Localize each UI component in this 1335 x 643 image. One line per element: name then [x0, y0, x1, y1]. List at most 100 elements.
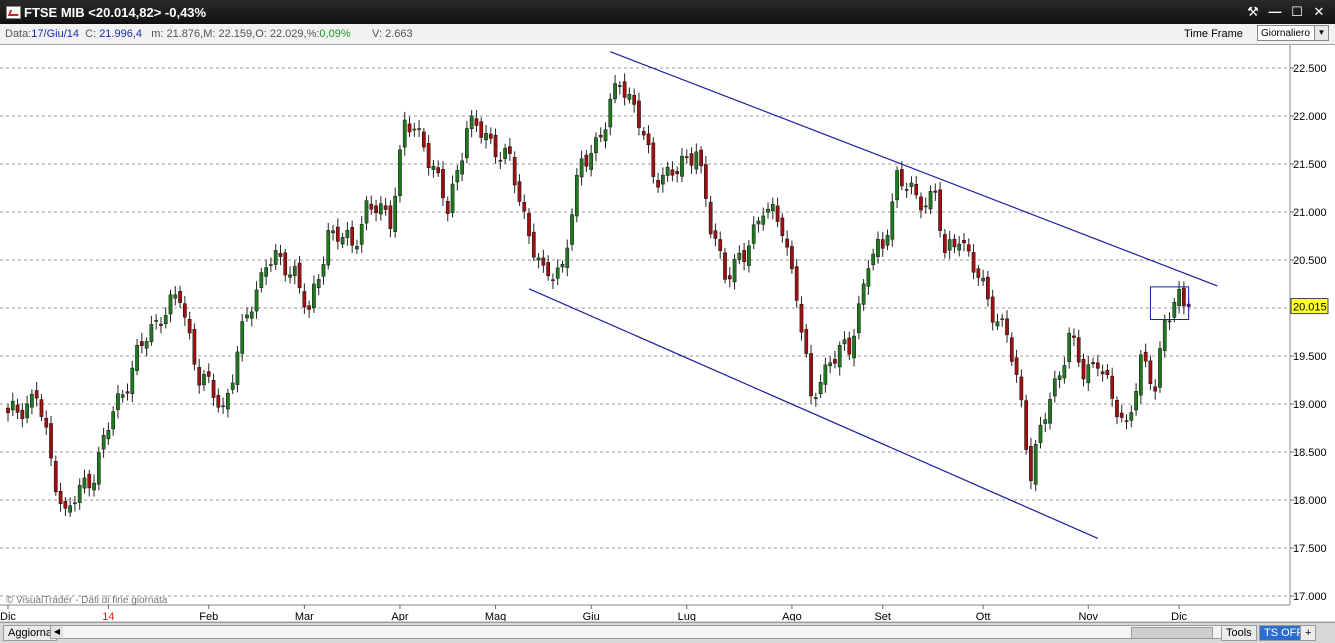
candle-down [966, 244, 971, 252]
candle-down [713, 230, 718, 239]
candle-down [718, 239, 723, 251]
candle-up [1033, 444, 1038, 485]
candle-down [139, 341, 144, 346]
pct-value: 0,09% [319, 28, 351, 40]
window-titlebar: FTSE MIB <20.014,82> -0,43% ⚒ — ☐ ✕ [0, 0, 1335, 24]
candle-up [871, 253, 876, 266]
candle-down [904, 189, 909, 191]
candle-down [1076, 337, 1081, 363]
candle-down [637, 100, 641, 129]
scroll-thumb[interactable] [1131, 627, 1213, 639]
candle-down [742, 250, 746, 263]
candle-down [684, 156, 689, 158]
timeframe-label: Time Frame [1184, 28, 1243, 40]
high-value: 22.159, [218, 28, 256, 40]
candle-up [560, 264, 565, 268]
candle-up [431, 165, 436, 170]
minimize-button[interactable]: — [1265, 3, 1285, 21]
candle-down [1110, 375, 1115, 399]
candle-down [436, 167, 441, 174]
candle-up [264, 267, 268, 277]
maximize-button[interactable]: ☐ [1287, 3, 1307, 21]
candle-down [641, 131, 646, 136]
candle-up [923, 205, 928, 208]
open-value: 22.029, [269, 28, 307, 40]
candle-down [804, 329, 809, 354]
candle-up [732, 259, 737, 283]
y-tick-label: 19.000 [1293, 399, 1327, 411]
candle-up [680, 155, 684, 177]
candle-up [460, 160, 464, 175]
scroll-left-icon[interactable]: ◀ [51, 626, 63, 638]
time-scrollbar[interactable]: ◀ ▶ [50, 625, 1250, 639]
candle-down [656, 180, 660, 188]
candle-down [990, 296, 995, 323]
candle-down [1100, 371, 1105, 375]
candle-up [579, 158, 584, 178]
close-button[interactable]: ✕ [1309, 3, 1329, 21]
y-tick-label: 17.500 [1293, 543, 1327, 555]
candle-up [269, 264, 273, 266]
candle-up [144, 341, 149, 349]
candle-down [1072, 335, 1076, 338]
candle-down [962, 240, 966, 244]
candle-down [541, 257, 546, 266]
candle-down [727, 275, 732, 280]
date-label: Data: [5, 28, 32, 40]
price-chart[interactable]: 22.50022.00021.50021.00020.50020.00019.5… [0, 45, 1335, 621]
close-value: 21.996,4 [99, 28, 143, 40]
candle-up [321, 264, 326, 277]
candle-up [1158, 348, 1162, 388]
candle-down [1091, 362, 1095, 365]
candle-down [417, 128, 421, 130]
refresh-button[interactable]: Aggiorna [3, 625, 58, 641]
candle-down [976, 268, 981, 278]
candle-up [111, 411, 116, 430]
x-tick-label: Giu [583, 611, 600, 621]
candle-up [168, 294, 173, 315]
candle-down [900, 169, 904, 187]
low-label: m: [151, 28, 164, 40]
candle-down [1105, 370, 1110, 375]
candle-up [828, 362, 833, 367]
candle-down [622, 81, 627, 98]
candle-up [292, 266, 297, 276]
candle-up [340, 237, 345, 245]
high-label: M: [203, 28, 216, 40]
timeframe-select[interactable]: Giornaliero ▼ [1257, 25, 1329, 41]
candle-down [369, 203, 374, 210]
candle-down [522, 202, 527, 212]
candle-up [1062, 365, 1067, 379]
last-price-label: 20.015 [1293, 302, 1327, 314]
candle-down [383, 205, 388, 210]
x-tick-label: Dic [1171, 611, 1187, 621]
candle-down [283, 252, 288, 276]
candle-up [249, 311, 254, 319]
candle-down [1182, 287, 1186, 307]
candle-up [1177, 289, 1181, 307]
candle-up [661, 174, 665, 185]
candle-up [555, 267, 560, 279]
add-button[interactable]: + [1300, 625, 1317, 641]
candle-up [288, 274, 292, 278]
candle-down [87, 473, 92, 489]
candle-up [842, 339, 847, 345]
candle-down [350, 227, 355, 246]
candle-down [49, 423, 53, 459]
chevron-down-icon[interactable]: ▼ [1314, 26, 1328, 40]
candle-up [503, 147, 507, 159]
candle-up [770, 204, 775, 212]
y-tick-label: 18.000 [1293, 495, 1327, 507]
candle-down [546, 262, 550, 277]
tools-button[interactable]: Tools [1221, 625, 1257, 641]
candle-up [1172, 301, 1177, 318]
candle-up [120, 394, 125, 398]
candle-up [536, 257, 541, 261]
candle-down [1143, 351, 1148, 362]
candle-up [1086, 364, 1091, 384]
x-tick-label: Mag [485, 611, 506, 621]
pin-icon[interactable]: ⚒ [1243, 3, 1263, 21]
candle-up [957, 243, 962, 251]
candle-down [407, 123, 412, 133]
candle-down [794, 266, 799, 301]
